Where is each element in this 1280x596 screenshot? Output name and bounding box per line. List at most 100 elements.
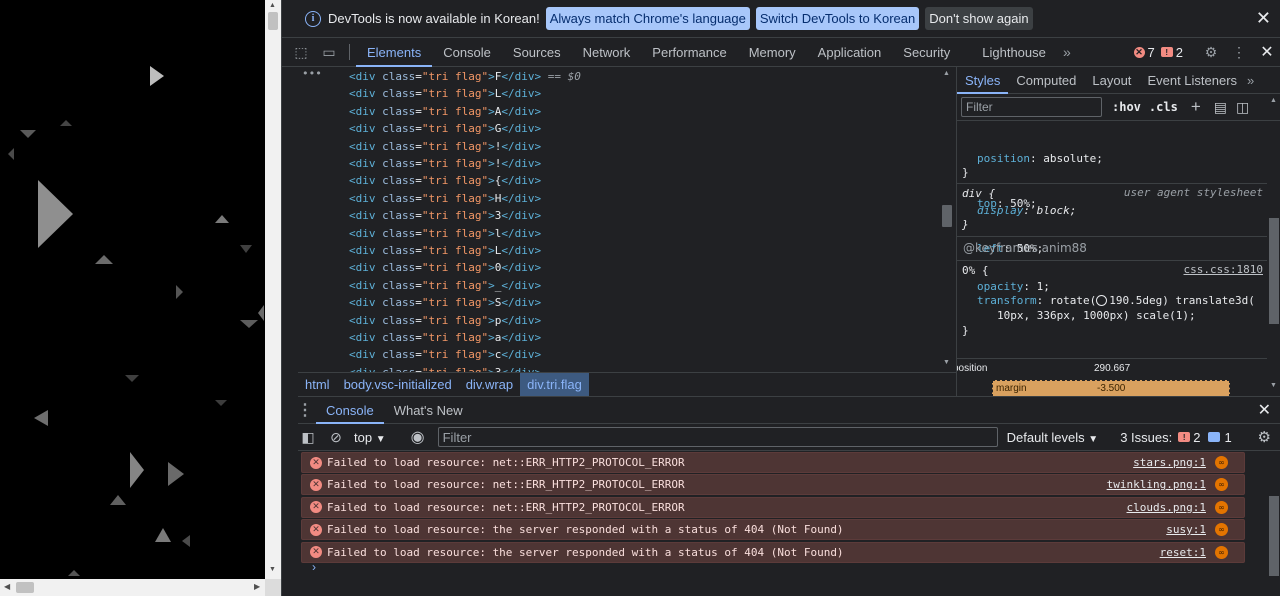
css-declaration[interactable]: position: absolute; (977, 151, 1103, 166)
styles-scrollbar[interactable]: ▲ ▼ (1267, 94, 1280, 396)
tab-event-listeners[interactable]: Event Listeners (1139, 67, 1245, 94)
more-vert-icon[interactable]: ⋮ (294, 400, 316, 420)
extension-icon[interactable]: ∞ (1215, 478, 1228, 492)
dom-node-row[interactable]: <div class="tri flag">G</div> (349, 120, 541, 137)
tab-styles[interactable]: Styles (957, 67, 1009, 94)
tab-lighthouse[interactable]: Lighthouse (971, 38, 1057, 67)
css-declaration[interactable]: transform: rotate(190.5deg) translate3d( (977, 293, 1255, 308)
keyframe-selector[interactable]: 0% { (962, 263, 989, 278)
tab-computed[interactable]: Computed (1008, 67, 1084, 94)
scroll-down-arrow-icon[interactable]: ▼ (269, 566, 276, 573)
error-count-badge[interactable]: ✕ 7 (1133, 45, 1155, 60)
console-error-message[interactable]: ✕ Failed to load resource: the server res… (301, 541, 1245, 563)
tab-layout[interactable]: Layout (1084, 67, 1139, 94)
tab-network[interactable]: Network (572, 38, 642, 67)
new-rule-icon[interactable]: + (1191, 97, 1201, 117)
dom-tree[interactable]: ••• <div class="tri flag">F</div> == $0 <… (298, 67, 938, 372)
dom-tree-scrollbar[interactable]: ▲ ▼ (940, 67, 954, 372)
breadcrumb-body[interactable]: body.vsc-initialized (337, 373, 459, 397)
dom-node-row[interactable]: <div class="tri flag">c</div> (349, 346, 541, 363)
drawer-tab-console[interactable]: Console (316, 397, 384, 424)
log-levels-select[interactable]: Default levels ▼ (1007, 430, 1099, 445)
tab-sources[interactable]: Sources (502, 38, 572, 67)
dom-node-row[interactable]: <div class="tri flag">0</div> (349, 259, 541, 276)
dom-node-row[interactable]: <div class="tri flag">p</div> (349, 312, 541, 329)
scrollbar-thumb[interactable] (942, 205, 952, 227)
console-filter-input[interactable]: Filter (437, 427, 998, 447)
dom-node-row[interactable]: <div class="tri flag">!</div> (349, 138, 541, 155)
breadcrumb-html[interactable]: html (298, 373, 337, 397)
scrollbar-thumb[interactable] (1269, 218, 1279, 324)
message-source-link[interactable]: susy:1 (1166, 523, 1206, 536)
scroll-down-arrow-icon[interactable]: ▼ (1270, 382, 1277, 389)
box-position-value[interactable]: 290.667 (1094, 363, 1130, 374)
console-scrollbar[interactable] (1267, 451, 1280, 596)
hov-toggle[interactable]: :hov (1112, 100, 1141, 114)
styles-filter-input[interactable]: Filter (961, 97, 1102, 117)
console-prompt-chevron-icon[interactable]: › (312, 560, 316, 574)
always-match-language-button[interactable]: Always match Chrome's language (545, 7, 750, 30)
dom-node-row[interactable]: <div class="tri flag">l</div> (349, 225, 541, 242)
context-select[interactable]: top ▼ (354, 430, 386, 445)
eye-icon[interactable]: ◉ (404, 427, 432, 447)
tab-application[interactable]: Application (807, 38, 893, 67)
more-vert-icon[interactable]: ⋮ (1225, 44, 1253, 61)
dom-node-row[interactable]: <div class="tri flag">3</div> (349, 364, 541, 372)
extension-icon[interactable]: ∞ (1215, 500, 1228, 514)
css-declaration[interactable]: opacity: 1; (977, 279, 1050, 294)
scroll-left-arrow-icon[interactable]: ◀ (4, 582, 10, 591)
tab-performance[interactable]: Performance (641, 38, 737, 67)
dom-node-row[interactable]: <div class="tri flag">F</div> == $0 (349, 68, 581, 85)
inspect-element-icon[interactable]: ⬚ (287, 44, 315, 61)
chevron-double-right-icon[interactable]: » (1245, 67, 1256, 94)
message-source-link[interactable]: twinkling.png:1 (1107, 478, 1206, 491)
scroll-up-arrow-icon[interactable]: ▲ (943, 70, 950, 77)
box-margin[interactable]: margin -3.500 (992, 380, 1230, 396)
dom-node-row[interactable]: <div class="tri flag">H</div> (349, 190, 541, 207)
gear-icon[interactable]: ⚙ (1197, 44, 1225, 61)
keyframes-source-link[interactable]: css.css:1810 (1184, 263, 1263, 276)
extension-icon[interactable]: ∞ (1215, 456, 1228, 469)
box-margin-value[interactable]: -3.500 (1097, 383, 1125, 394)
dom-node-row[interactable]: <div class="tri flag">!</div> (349, 155, 541, 172)
sidebar-toggle-icon[interactable]: ◧ (294, 429, 322, 446)
scroll-up-arrow-icon[interactable]: ▲ (1270, 97, 1277, 104)
switch-to-korean-button[interactable]: Switch DevTools to Korean (755, 7, 920, 30)
message-source-link[interactable]: stars.png:1 (1133, 456, 1206, 469)
dom-node-row[interactable]: <div class="tri flag">_</div> (349, 277, 541, 294)
clear-console-icon[interactable]: ⊘ (322, 429, 350, 446)
message-source-link[interactable]: clouds.png:1 (1127, 501, 1206, 514)
extension-icon[interactable]: ∞ (1215, 545, 1228, 559)
scrollbar-thumb[interactable] (268, 12, 278, 30)
console-error-message[interactable]: ✕ Failed to load resource: net::ERR_HTTP2… (301, 496, 1245, 518)
viewport-horizontal-scrollbar[interactable]: ◀ ▶ (0, 579, 281, 596)
dom-node-row[interactable]: <div class="tri flag">L</div> (349, 85, 541, 102)
console-error-message[interactable]: ✕ Failed to load resource: net::ERR_HTTP2… (301, 452, 1245, 473)
scroll-down-arrow-icon[interactable]: ▼ (943, 359, 950, 366)
page-viewport[interactable]: ▲ ▼ ◀ ▶ (0, 0, 281, 596)
breadcrumb-div-wrap[interactable]: div.wrap (459, 373, 520, 397)
dont-show-again-button[interactable]: Don't show again (925, 7, 1033, 30)
close-icon[interactable]: ✕ (1256, 9, 1271, 27)
message-source-link[interactable]: reset:1 (1160, 546, 1206, 559)
drawer-tab-whats-new[interactable]: What's New (384, 397, 473, 424)
dom-node-row[interactable]: <div class="tri flag">A</div> (349, 103, 541, 120)
css-selector-div[interactable]: div { (962, 186, 995, 201)
console-error-message[interactable]: ✕ Failed to load resource: the server res… (301, 519, 1245, 541)
console-error-message[interactable]: ✕ Failed to load resource: net::ERR_HTTP2… (301, 474, 1245, 496)
tab-memory[interactable]: Memory (738, 38, 807, 67)
dom-node-row[interactable]: <div class="tri flag">L</div> (349, 242, 541, 259)
sidebar-toggle-icon[interactable]: ◫ (1236, 99, 1249, 116)
tab-console[interactable]: Console (432, 38, 502, 67)
more-horiz-icon[interactable]: ••• (302, 67, 322, 80)
chevron-double-right-icon[interactable]: » (1053, 44, 1081, 60)
dom-node-row[interactable]: <div class="tri flag">a</div> (349, 329, 541, 346)
paint-icon[interactable]: ▤ (1214, 99, 1227, 116)
gear-icon[interactable]: ⚙ (1258, 428, 1271, 446)
cls-toggle[interactable]: .cls (1149, 100, 1178, 114)
close-icon[interactable]: ✕ (1253, 42, 1280, 62)
viewport-vertical-scrollbar[interactable]: ▲ ▼ (265, 0, 281, 579)
tab-elements[interactable]: Elements (356, 38, 433, 67)
breadcrumb-div-tri-flag[interactable]: div.tri.flag (520, 372, 589, 397)
issue-count-badge[interactable]: ! 2 (1160, 45, 1183, 60)
